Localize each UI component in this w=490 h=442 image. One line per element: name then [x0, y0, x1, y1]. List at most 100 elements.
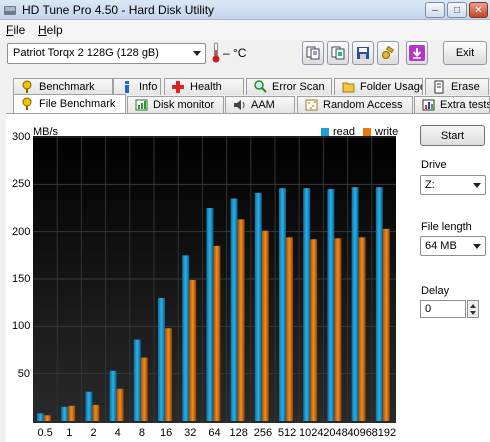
bar-read-1024	[303, 188, 311, 421]
download-icon	[409, 45, 425, 61]
copy-screen-icon	[331, 46, 345, 60]
file-length-combo[interactable]: 64 MB	[420, 236, 486, 256]
bar-write-64	[213, 245, 221, 421]
tab-file-benchmark[interactable]: File Benchmark	[13, 94, 126, 113]
start-button[interactable]: Start	[420, 125, 485, 146]
chevron-down-icon	[193, 51, 201, 56]
folder-icon	[341, 80, 355, 94]
delay-spinner[interactable]	[467, 300, 479, 318]
tab-label: Random Access	[323, 99, 403, 111]
bar-read-8192	[375, 187, 383, 421]
file-length-value: 64 MB	[425, 240, 457, 252]
chevron-down-icon	[473, 244, 481, 249]
bar-write-4	[116, 388, 124, 421]
tab-label: Erase	[451, 81, 480, 93]
copy-screen-button[interactable]	[327, 41, 349, 65]
bar-read-2048	[327, 189, 335, 421]
bar-write-1024	[310, 239, 318, 421]
bar-write-2	[92, 404, 100, 421]
exit-button-label: Exit	[455, 47, 475, 59]
bar-write-4096	[358, 237, 366, 421]
tab-info[interactable]: Info	[113, 78, 161, 95]
exit-button[interactable]: Exit	[443, 41, 487, 65]
speaker-icon	[232, 98, 246, 112]
bar-write-2048	[334, 238, 342, 421]
chevron-down-icon	[473, 183, 481, 188]
file-benchmark-icon	[20, 97, 34, 111]
tab-label: AAM	[251, 99, 275, 111]
erase-icon	[432, 80, 446, 94]
drive-combo[interactable]: Z:	[420, 175, 486, 195]
window-title: HD Tune Pro 4.50 - Hard Disk Utility	[22, 3, 215, 17]
bar-write-16	[165, 328, 172, 421]
drive-select[interactable]: Patriot Torqx 2 128G (128 gB)	[7, 43, 206, 64]
benchmark-chart	[33, 136, 396, 423]
delay-value: 0	[425, 303, 432, 315]
bar-write-128	[237, 219, 245, 421]
delay-input[interactable]: 0	[420, 300, 466, 318]
temperature-readout: – °C	[223, 46, 247, 60]
tab-aam[interactable]: AAM	[225, 96, 295, 113]
tab-health[interactable]: Health	[164, 78, 244, 95]
close-icon: ✕	[474, 4, 483, 16]
save-button[interactable]	[352, 41, 374, 65]
toolbar: Patriot Torqx 2 128G (128 gB) – °C Exit	[0, 40, 490, 70]
options-button[interactable]	[377, 41, 399, 65]
y-tick-label: 200	[12, 225, 31, 238]
save-icon	[357, 47, 369, 59]
legend-write-swatch	[363, 128, 371, 136]
tab-error-scan[interactable]: Error Scan	[246, 78, 332, 95]
tab-extra-tests[interactable]: Extra tests	[414, 96, 490, 113]
maximize-button[interactable]: □	[447, 2, 467, 18]
tab-label: Folder Usage	[360, 81, 423, 93]
menu-file[interactable]: File	[6, 23, 25, 37]
download-button[interactable]	[406, 41, 428, 65]
tab-benchmark[interactable]: Benchmark	[13, 78, 113, 95]
bar-write-32	[189, 279, 197, 421]
thermometer-icon	[212, 42, 220, 63]
tab-disk-monitor[interactable]: Disk monitor	[127, 96, 224, 113]
tab-folder-usage[interactable]: Folder Usage	[334, 78, 423, 95]
menu-help[interactable]: Help	[38, 23, 63, 37]
bar-read-4096	[351, 187, 359, 421]
x-tick-label: 8192	[371, 427, 397, 439]
bar-read-64	[206, 208, 214, 421]
close-button[interactable]: ✕	[469, 2, 488, 18]
bar-write-1	[68, 405, 76, 421]
bar-write-8	[140, 357, 148, 421]
minimize-icon: –	[432, 4, 438, 16]
bar-read-16	[158, 297, 165, 421]
start-button-label: Start	[440, 129, 465, 142]
health-icon	[171, 80, 185, 94]
title-bar: HD Tune Pro 4.50 - Hard Disk Utility – □…	[0, 0, 490, 20]
options-icon	[382, 46, 395, 59]
y-tick-label: 300	[12, 131, 31, 143]
tab-erase[interactable]: Erase	[425, 78, 489, 95]
tab-random-access[interactable]: Random Access	[297, 96, 413, 113]
bar-read-256	[254, 192, 262, 421]
copy-info-button[interactable]	[302, 41, 324, 65]
tab-label: File Benchmark	[39, 98, 116, 110]
bar-read-512	[279, 188, 286, 421]
spin-up-icon[interactable]	[470, 304, 476, 308]
bar-write-256	[261, 230, 269, 421]
maximize-icon: □	[453, 4, 461, 16]
bar-read-8	[133, 339, 141, 421]
minimize-button[interactable]: –	[425, 2, 445, 18]
bar-write-8192	[382, 228, 390, 421]
y-tick-label: 50	[17, 367, 30, 380]
app-icon	[4, 6, 16, 15]
tab-label: Info	[139, 81, 158, 93]
extra-tests-icon	[421, 98, 435, 112]
bar-read-0.5	[37, 413, 44, 421]
info-icon	[120, 80, 134, 94]
copy-info-icon	[306, 46, 320, 60]
tab-label: Disk monitor	[153, 99, 215, 111]
file-length-label: File length	[421, 221, 472, 233]
drive-select-value: Patriot Torqx 2 128G (128 gB)	[13, 47, 159, 59]
random-access-icon	[304, 98, 318, 112]
tab-label: Health	[190, 81, 222, 93]
y-tick-label: 250	[12, 178, 31, 191]
drive-combo-value: Z:	[425, 179, 435, 191]
spin-down-icon[interactable]	[470, 311, 476, 315]
